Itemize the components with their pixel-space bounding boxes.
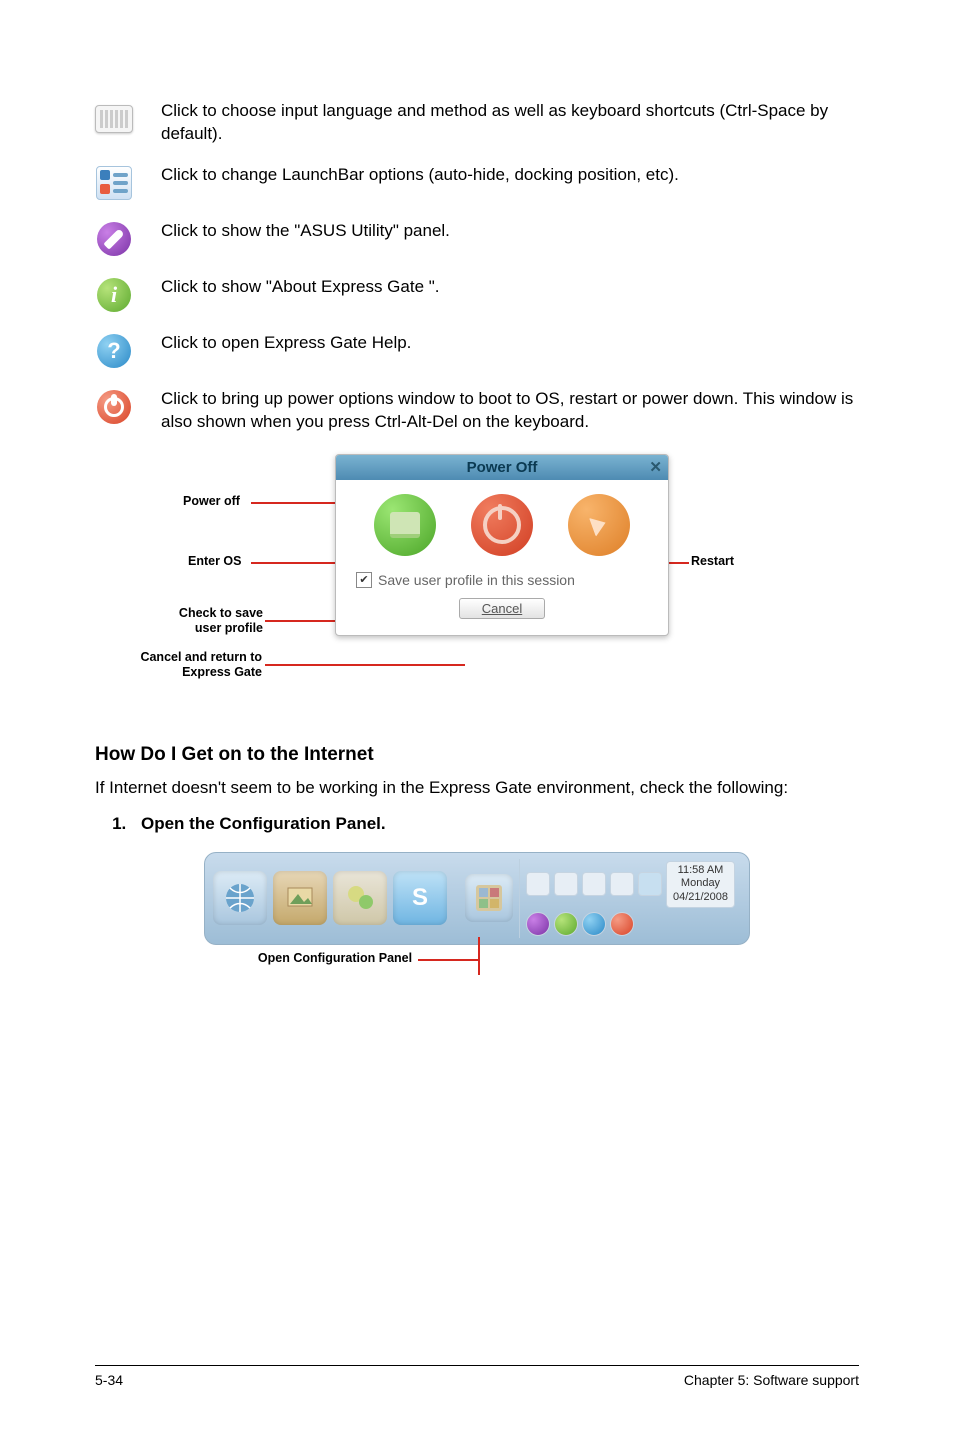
save-profile-row: ✔ Save user profile in this session: [356, 572, 648, 588]
cancel-button[interactable]: Cancel: [459, 598, 545, 619]
page-footer: 5-34 Chapter 5: Software support: [95, 1365, 859, 1388]
dialog-body: ✔ Save user profile in this session Canc…: [336, 480, 668, 635]
step-1: Open the Configuration Panel.: [131, 814, 859, 834]
section-intro: If Internet doesn't seem to be working i…: [95, 776, 859, 800]
tray-row-1: 11:58 AM Monday 04/21/2008: [526, 861, 735, 908]
info-icon: i: [95, 276, 133, 314]
enter-os-button[interactable]: [374, 494, 436, 556]
keyboard-desc: Click to choose input language and metho…: [161, 100, 859, 146]
tray-asus-utility-icon[interactable]: [526, 912, 550, 936]
callout-cancel: Cancel and return to Express Gate: [127, 650, 262, 681]
section-heading: How Do I Get on to the Internet: [95, 744, 859, 766]
tray-date: 04/21/2008: [673, 891, 728, 905]
dialog-title-text: Power Off: [467, 459, 538, 476]
app-skype-icon[interactable]: S: [393, 871, 447, 925]
tray-clock: 11:58 AM Monday 04/21/2008: [666, 861, 735, 908]
row-about: i Click to show "About Express Gate ".: [95, 276, 859, 314]
row-power: Click to bring up power options window t…: [95, 388, 859, 434]
asus-utility-icon: [95, 220, 133, 258]
cancel-button-label: Cancel: [482, 601, 522, 616]
tray-net-icon[interactable]: [526, 872, 550, 896]
save-profile-checkbox[interactable]: ✔: [356, 572, 372, 588]
tray-time: 11:58 AM: [673, 864, 728, 878]
page: Click to choose input language and metho…: [0, 0, 954, 1438]
app-photo-icon[interactable]: [273, 871, 327, 925]
power-off-button[interactable]: [471, 494, 533, 556]
callout-cancel-l1: Cancel and return to: [140, 650, 262, 664]
dialog-title-bar: Power Off ✕: [336, 455, 668, 480]
row-keyboard: Click to choose input language and metho…: [95, 100, 859, 146]
close-icon[interactable]: ✕: [649, 458, 662, 476]
configuration-panel-icon[interactable]: [465, 874, 513, 922]
restart-button[interactable]: [568, 494, 630, 556]
tray-disc-icon[interactable]: [582, 872, 606, 896]
launchbar-inner: S 11:58 AM Monday 04/2: [213, 859, 741, 938]
app-browser-icon[interactable]: [213, 871, 267, 925]
power-icon: [95, 388, 133, 426]
power-desc: Click to bring up power options window t…: [161, 388, 859, 434]
open-cfg-label: Open Configuration Panel: [258, 951, 412, 965]
dialog-button-row: [356, 494, 648, 556]
tray-settings-icon[interactable]: [638, 872, 662, 896]
about-desc: Click to show "About Express Gate ".: [161, 276, 859, 299]
tray-day: Monday: [673, 877, 728, 891]
launchbar-figure: S 11:58 AM Monday 04/2: [95, 852, 859, 993]
tray-keyboard-icon[interactable]: [610, 872, 634, 896]
launchbar-tray: 11:58 AM Monday 04/21/2008: [519, 859, 741, 938]
row-help: ? Click to open Express Gate Help.: [95, 332, 859, 370]
callout-check-save: Check to save user profile: [163, 606, 263, 637]
power-dialog-diagram: Power off Enter OS Check to save user pr…: [95, 454, 859, 714]
launchbar-opts-desc: Click to change LaunchBar options (auto-…: [161, 164, 859, 187]
steps-list: Open the Configuration Panel.: [95, 814, 859, 834]
tray-power-icon[interactable]: [610, 912, 634, 936]
launchbar-options-icon: [95, 164, 133, 202]
callout-enter-os: Enter OS: [188, 554, 242, 570]
asus-utility-desc: Click to show the "ASUS Utility" panel.: [161, 220, 859, 243]
app-chat-icon[interactable]: [333, 871, 387, 925]
tray-row-2: [526, 912, 735, 936]
tray-help-icon[interactable]: [582, 912, 606, 936]
help-icon: ?: [95, 332, 133, 370]
help-desc: Click to open Express Gate Help.: [161, 332, 859, 355]
launchbar: S 11:58 AM Monday 04/2: [204, 852, 750, 945]
callout-cancel-l2: Express Gate: [182, 665, 262, 679]
power-off-dialog: Power Off ✕ ✔ Save user profile in this …: [335, 454, 669, 636]
callout-check-save-l2: user profile: [195, 621, 263, 635]
callout-power-off: Power off: [183, 494, 240, 510]
keyboard-icon: [95, 100, 133, 138]
footer-chapter: Chapter 5: Software support: [684, 1372, 859, 1388]
callout-check-save-l1: Check to save: [179, 606, 263, 620]
skype-letter: S: [412, 884, 428, 912]
tray-info-icon[interactable]: [554, 912, 578, 936]
save-profile-label: Save user profile in this session: [378, 572, 575, 588]
footer-page-number: 5-34: [95, 1372, 123, 1388]
row-asus-utility: Click to show the "ASUS Utility" panel.: [95, 220, 859, 258]
callout-restart: Restart: [691, 554, 734, 570]
row-launchbar-opts: Click to change LaunchBar options (auto-…: [95, 164, 859, 202]
tray-volume-icon[interactable]: [554, 872, 578, 896]
open-cfg-callout: Open Configuration Panel: [95, 955, 859, 993]
cancel-wrap: Cancel: [356, 598, 648, 619]
